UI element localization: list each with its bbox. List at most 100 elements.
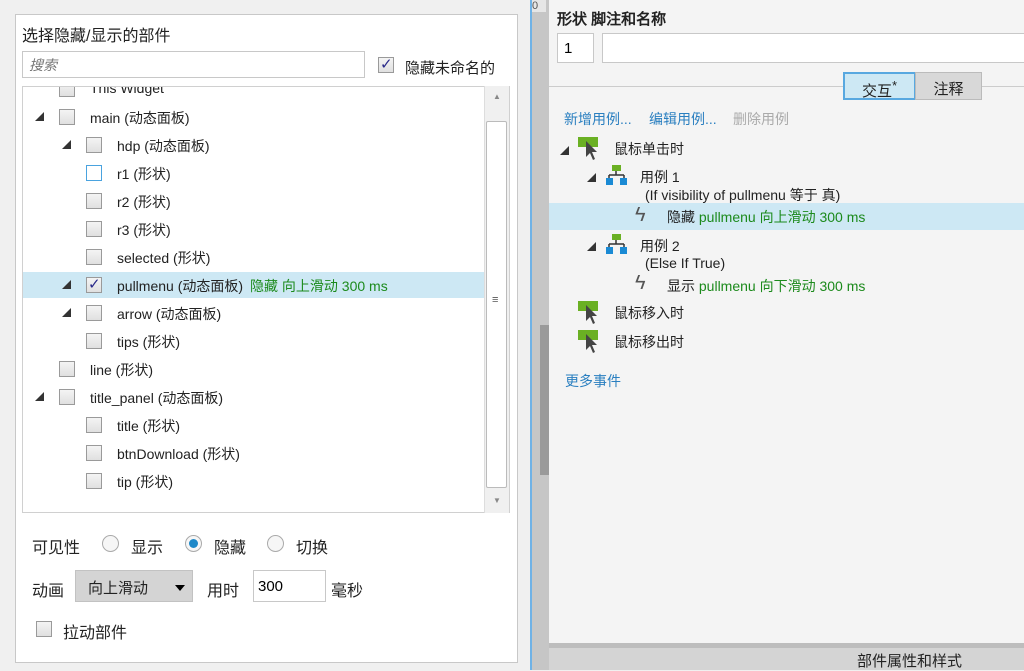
tree-label: tips (形状) [117,334,180,350]
case-1[interactable]: 用例 1 [640,167,680,187]
tree-action: 隐藏 向上滑动 300 ms [250,278,388,294]
tree-row[interactable]: r2 (形状) [23,188,484,214]
tree-checkbox[interactable] [86,193,102,209]
tree-label: title_panel (动态面板) [90,390,224,406]
name-input[interactable] [602,33,1024,63]
add-case-link[interactable]: 新增用例... [564,109,632,129]
tree-label: This Widget [90,86,164,96]
tree-row[interactable]: tip (形状) [23,468,484,494]
scrollbar-thumb[interactable]: ≡ [486,121,507,488]
tab-interactions-label: 交互 [862,83,893,100]
expander-icon[interactable] [35,392,44,401]
tree-row[interactable]: line (形状) [23,356,484,382]
tree-checkbox[interactable] [86,165,102,181]
expander-icon[interactable] [35,112,44,121]
tree-checkbox[interactable] [86,445,102,461]
radio-show[interactable] [102,535,119,552]
case-2[interactable]: 用例 2 [640,236,680,256]
tree-row[interactable]: arrow (动态面板) [23,300,484,326]
panel-splitter[interactable]: 0 [530,0,549,670]
action-lightning-icon: ϟ [635,204,646,226]
tree-label: tip (形状) [117,474,173,490]
case-1-condition: (If visibility of pullmenu 等于 真) [645,187,841,203]
case-icon [606,165,628,185]
expander-icon[interactable] [587,242,596,251]
tree-checkbox[interactable] [86,275,102,293]
expander-icon[interactable] [560,146,569,155]
tree-row[interactable]: title_panel (动态面板) [23,384,484,410]
tree-row[interactable]: tips (形状) [23,328,484,354]
tree-label: arrow (动态面板) [117,306,222,322]
tree-row[interactable]: selected (形状) [23,244,484,270]
splitter-handle[interactable] [540,325,549,475]
duration-input[interactable] [253,570,326,602]
scroll-down-icon[interactable]: ▼ [493,496,501,505]
widget-properties-tab[interactable]: 部件属性和样式 [857,650,962,671]
tree-checkbox[interactable] [86,417,102,433]
tree-checkbox[interactable] [59,87,75,97]
duration-label: 用时 [207,583,240,600]
scroll-up-icon[interactable]: ▲ [493,92,501,101]
expander-icon[interactable] [62,140,71,149]
widget-tree: This Widget main (动态面板) hdp (动态面板) r1 (形状) r… [22,86,510,513]
tree-label: hdp (动态面板) [117,138,210,154]
tree-checkbox[interactable] [59,109,75,125]
tree-row[interactable]: btnDownload (形状) [23,440,484,466]
modified-badge: * [892,79,897,93]
tree-checkbox[interactable] [59,389,75,405]
tree-checkbox[interactable] [86,137,102,153]
tab-interactions[interactable]: 交互* [843,72,916,100]
event-click[interactable]: 鼠标单击时 [614,139,684,159]
hide-unnamed-checkbox[interactable] [378,55,394,73]
action-1[interactable]: 隐藏 pullmenu 向上滑动 300 ms [667,207,865,227]
tree-checkbox[interactable] [86,333,102,349]
tree-label: main (动态面板) [90,110,190,126]
expander-icon[interactable] [62,308,71,317]
radio-hide[interactable] [185,535,202,552]
visibility-label: 可见性 [32,540,81,557]
animation-select[interactable]: 向上滑动 [75,570,193,602]
tree-row[interactable]: hdp (动态面板) [23,132,484,158]
expander-icon[interactable] [587,173,596,182]
mouse-click-event-icon [578,137,600,160]
delete-case-link[interactable]: 删除用例 [733,109,789,129]
tree-row[interactable]: This Widget [23,86,484,102]
shape-title: 形状 脚注和名称 [557,11,667,28]
mouse-enter-event-icon [578,301,600,324]
grip-icon: ≡ [492,294,499,306]
ruler-fragment: 0 [532,0,546,12]
search-input[interactable] [22,51,365,78]
edit-case-link[interactable]: 编辑用例... [649,109,717,129]
radio-toggle-label: 切换 [296,540,329,557]
action-lightning-icon: ϟ [635,272,646,294]
action-2[interactable]: 显示 pullmenu 向下滑动 300 ms [667,276,865,296]
tree-row[interactable]: main (动态面板) [23,104,484,130]
tree-row[interactable]: r1 (形状) [23,160,484,186]
tree-checkbox[interactable] [86,249,102,265]
tab-notes-label: 注释 [933,81,964,98]
event-mouse-enter[interactable]: 鼠标移入时 [614,303,684,323]
radio-show-label: 显示 [131,540,164,557]
tree-label: selected (形状) [117,250,211,266]
radio-toggle[interactable] [267,535,284,552]
tree-row[interactable]: pullmenu (动态面板) 隐藏 向上滑动 300 ms [23,272,484,298]
expander-icon[interactable] [62,280,71,289]
case-icon [606,234,628,254]
tree-row[interactable]: title (形状) [23,412,484,438]
tree-label: r1 (形状) [117,166,171,182]
more-events-link[interactable]: 更多事件 [565,371,621,391]
tree-row[interactable]: r3 (形状) [23,216,484,242]
tree-checkbox[interactable] [86,305,102,321]
drag-widget-checkbox[interactable] [36,621,52,637]
tree-label: btnDownload (形状) [117,446,240,462]
drag-widget-label: 拉动部件 [63,625,128,642]
tab-notes[interactable]: 注释 [915,72,982,100]
tree-checkbox[interactable] [59,361,75,377]
footnote-input[interactable] [557,33,594,63]
animation-label: 动画 [32,583,65,600]
event-mouse-leave[interactable]: 鼠标移出时 [614,332,684,352]
mouse-leave-event-icon [578,330,600,353]
tree-checkbox[interactable] [86,221,102,237]
tree-checkbox[interactable] [86,473,102,489]
tree-label: r2 (形状) [117,194,171,210]
